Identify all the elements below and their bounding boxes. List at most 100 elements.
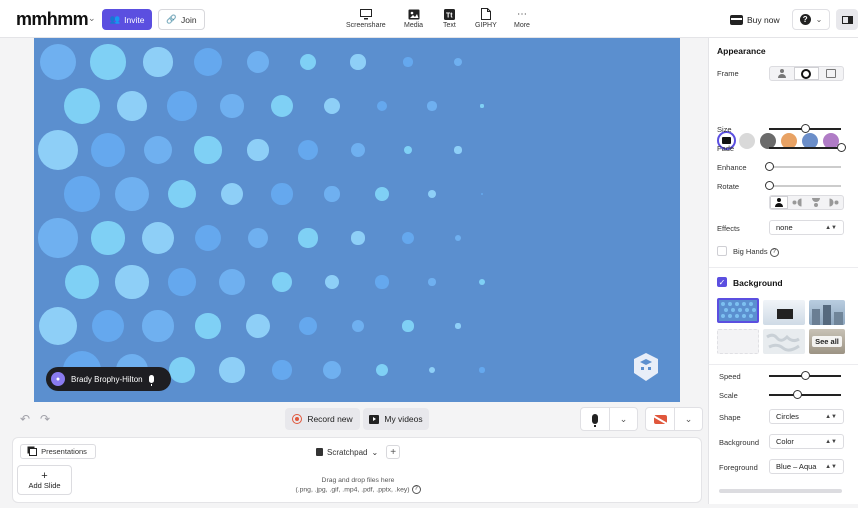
notepad-icon [316, 448, 323, 456]
frame-option-silhouette[interactable] [770, 67, 794, 80]
fade-slider[interactable] [769, 143, 846, 152]
app-logo[interactable]: mmhmm [16, 9, 89, 30]
background-checkbox[interactable]: ✓ [717, 277, 727, 287]
background-circle [143, 47, 173, 77]
screenshare-button[interactable]: Screenshare [346, 6, 386, 29]
orientation-flipped[interactable] [807, 196, 825, 209]
help-icon[interactable]: ? [769, 247, 779, 257]
color-swatch[interactable] [739, 133, 755, 149]
shape-select[interactable]: Circles ▲▼ [769, 409, 844, 424]
person-rotated-icon [829, 199, 838, 207]
help-icon[interactable]: ? [411, 485, 421, 494]
rotate-slider-knob[interactable] [764, 181, 774, 190]
microphone-icon [592, 414, 598, 427]
background-thumb-grid[interactable] [717, 329, 759, 354]
camera-options[interactable]: ⌄ [674, 408, 702, 430]
presentation-stage[interactable]: ● Brady Brophy-Hilton [34, 38, 680, 402]
fade-slider-knob[interactable] [836, 143, 846, 152]
microphone-icon [148, 375, 154, 386]
see-all-backgrounds-button[interactable]: See all [809, 329, 845, 354]
undo-icon[interactable]: ↶ [20, 412, 30, 426]
person-rotated-icon [793, 199, 802, 207]
background-circle [375, 275, 389, 289]
more-label: More [514, 22, 530, 29]
join-button[interactable]: 🔗 Join [158, 9, 205, 30]
camera-toggle[interactable] [646, 408, 674, 430]
frame-option-circle[interactable] [794, 67, 819, 80]
circles-pattern-icon [721, 302, 756, 318]
rectangle-frame-icon [825, 69, 836, 78]
presenter-name-tag[interactable]: ● Brady Brophy-Hilton [46, 367, 171, 391]
add-presentation-button[interactable]: + [386, 445, 401, 459]
rotate-slider[interactable] [764, 181, 841, 190]
add-slide-button[interactable]: + Add Slide [17, 465, 72, 495]
background-color-select[interactable]: Color ▲▼ [769, 434, 844, 449]
media-button[interactable]: Media [404, 6, 423, 29]
foreground-select[interactable]: Blue – Aqua ▲▼ [769, 459, 844, 474]
add-slide-label: Add Slide [28, 480, 61, 490]
background-thumb-city[interactable] [809, 300, 845, 325]
text-icon: Tt [443, 6, 455, 22]
background-circle [376, 100, 388, 112]
join-label: Join [181, 14, 197, 25]
camera-off-icon [653, 414, 667, 424]
text-button[interactable]: Tt Text [443, 6, 456, 29]
scratchpad-selector[interactable]: Scratchpad ⌄ + [316, 445, 401, 459]
invite-button[interactable]: 👥 Invite [102, 9, 152, 30]
chevron-down-icon[interactable]: ⌄ [88, 13, 96, 24]
giphy-button[interactable]: GIPHY [475, 6, 497, 29]
sidebar-icon [841, 15, 853, 24]
background-thumb-circles[interactable] [717, 298, 759, 323]
background-circle [298, 316, 318, 336]
background-circle [401, 231, 415, 245]
mmhmm-logo-icon [634, 353, 658, 381]
buy-now-button[interactable]: Buy now [730, 9, 786, 30]
see-all-label: See all [812, 336, 842, 347]
redo-icon[interactable]: ↷ [40, 412, 50, 426]
help-button[interactable]: ? ⌄ [792, 9, 830, 30]
control-bar: ↶ ↷ Record new My videos ⌄ ⌄ [10, 405, 704, 433]
background-circle [219, 357, 245, 383]
presentations-button[interactable]: Presentations [20, 444, 96, 459]
help-icon: ? [799, 14, 811, 25]
background-circle [297, 139, 319, 161]
fade-label: Fade [717, 144, 735, 153]
drop-zone[interactable]: Drag and drop files here (.png, .jpg, .g… [263, 476, 453, 494]
person-icon [778, 69, 787, 78]
add-user-icon: 👥 [109, 14, 121, 24]
toggle-panel-button[interactable] [836, 9, 858, 30]
microphone-options[interactable]: ⌄ [609, 408, 637, 430]
background-circle [63, 87, 101, 125]
background-circle [91, 221, 125, 255]
my-videos-button[interactable]: My videos [363, 408, 429, 430]
enhance-slider-knob[interactable] [764, 162, 774, 171]
credit-card-icon [730, 14, 743, 25]
more-button[interactable]: ⋯ More [514, 6, 530, 30]
record-new-label: Record new [307, 414, 353, 424]
background-circle [220, 182, 244, 206]
divider [709, 267, 858, 268]
background-thumb-desk[interactable] [763, 300, 805, 325]
big-hands-checkbox[interactable] [717, 246, 727, 256]
size-slider[interactable] [769, 124, 841, 133]
drop-file-types: (.png, .jpg, .gif, .mp4, .pdf, .pptx, .k… [295, 486, 410, 494]
speed-slider[interactable] [769, 371, 841, 380]
effects-select[interactable]: none ▲▼ [769, 220, 844, 235]
panel-scrollbar[interactable] [719, 489, 842, 493]
orientation-upright[interactable] [770, 196, 789, 209]
enhance-slider[interactable] [764, 162, 841, 171]
speed-slider-knob[interactable] [800, 371, 810, 380]
microphone-toggle[interactable] [581, 408, 609, 430]
background-circle [114, 176, 150, 212]
background-thumb-map[interactable] [763, 329, 805, 354]
size-slider-knob[interactable] [800, 124, 810, 133]
orientation-right[interactable] [825, 196, 843, 209]
record-new-button[interactable]: Record new [285, 408, 360, 430]
orientation-left[interactable] [788, 196, 806, 209]
frame-option-rectangle[interactable] [819, 67, 843, 80]
scale-slider-knob[interactable] [793, 390, 803, 399]
background-circle [323, 97, 341, 115]
presenter-name: Brady Brophy-Hilton [71, 374, 143, 384]
scale-slider[interactable] [769, 390, 841, 399]
background-circle [90, 44, 126, 80]
